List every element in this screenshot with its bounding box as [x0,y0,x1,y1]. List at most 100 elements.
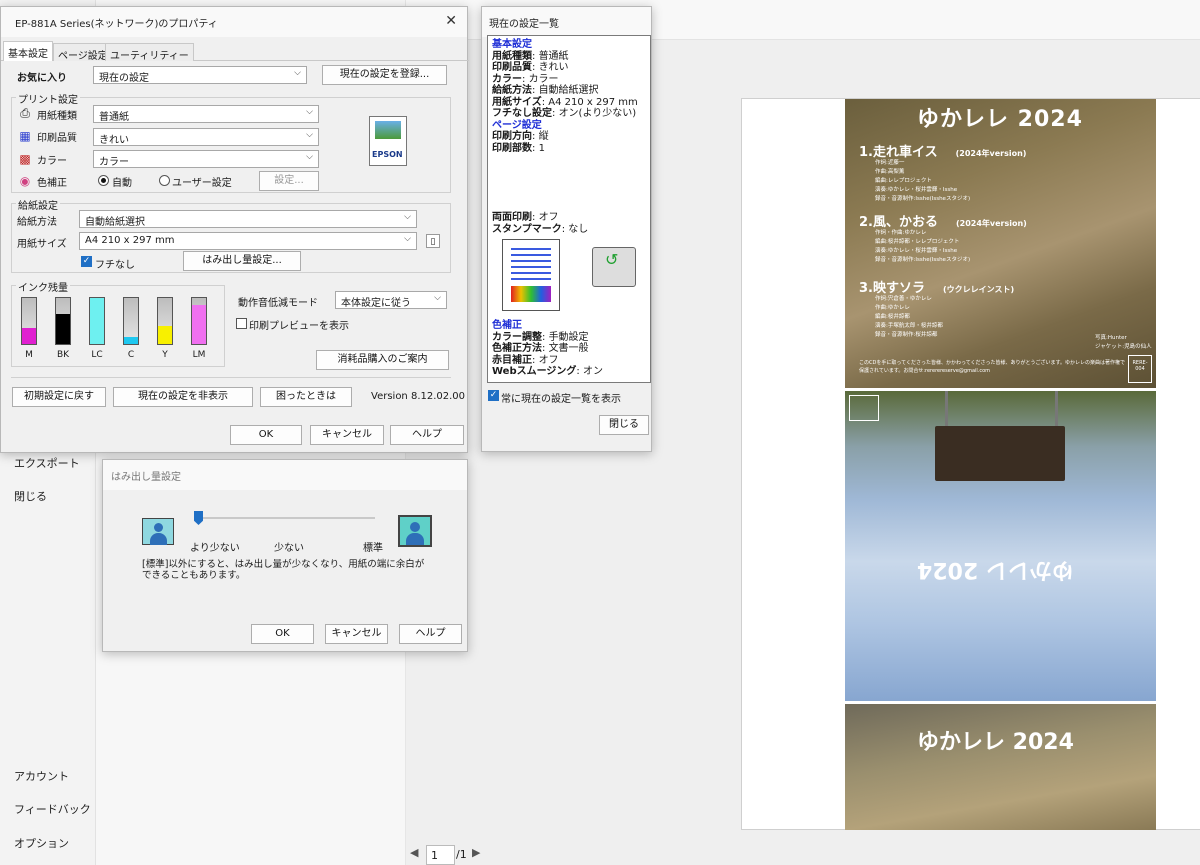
ink-gauge-m [21,297,37,345]
tab-utility[interactable]: ユーティリティー [105,43,194,62]
borderless-checkbox[interactable]: ✓ [81,256,92,267]
ok-button[interactable]: OK [230,425,302,445]
print-preview-checkbox[interactable]: ✓ [236,318,247,329]
paper-size-select[interactable]: A4 210 x 297 mm ⌵ [79,232,417,250]
cd-track-1: 1.走れ車イス (2024年version) [859,145,1027,160]
dialog-title: EP-881A Series(ネットワーク)のプロパティ [15,19,218,30]
person-large-icon [398,515,432,547]
ink-label: C [127,350,135,360]
settings-summary-list: 基本設定 用紙種類: 普通紙 印刷品質: きれい カラー: カラー 給紙方法: 自動給… [487,35,651,383]
tab-page[interactable]: ページ設定 [53,43,113,62]
section-page: ページ設定 [492,119,542,131]
cd-track-3: 3.映すソラ (ウクレレインスト) [859,281,1015,296]
print-preview-label: 印刷プレビューを表示 [249,321,349,332]
overflow-help-button[interactable]: ヘルプ [399,624,462,644]
cd-label-logo: RERE-004 [1128,355,1152,383]
color-select[interactable]: カラー ⌵ [93,150,319,168]
swing-photo [915,391,1085,486]
troubleshoot-button[interactable]: 困ったときは [260,387,352,407]
epson-printer-icon: EPSON [369,116,407,166]
section-color: 色補正 [492,320,522,331]
nav-close[interactable]: 閉じる [14,488,47,504]
cd-track-2-credits: 作詞・作曲:ゆかレレ 編曲:桜井諒都・レレプロジェクト 演奏:ゆかレレ・桜井雲輝・I… [875,230,971,263]
chevron-down-icon: ⌵ [306,107,313,117]
ink-gauge-lm [191,297,207,345]
correction-auto-radio[interactable] [98,175,109,186]
printer-icon: ↺ [592,247,636,287]
paper-type-select[interactable]: 普通紙 ⌵ [93,105,319,123]
summary-row: フチなし設定: オン(より少ない) [492,108,637,119]
reset-defaults-button[interactable]: 初期設定に戻す [12,387,106,407]
quiet-mode-label: 動作音低減モード [238,298,318,309]
summary-row: カラー調整: 手動設定 [492,331,589,343]
ink-label: Y [162,350,168,360]
paper-source-select[interactable]: 自動給紙選択 ⌵ [79,210,417,228]
summary-row: スタンプマーク: なし [492,223,589,235]
close-icon[interactable]: ✕ [445,13,457,29]
overflow-cancel-button[interactable]: キャンセル [325,624,388,644]
page-number-input[interactable]: 1 [426,845,455,865]
ink-label: BK [56,350,70,360]
color-icon: ▩ [19,152,31,166]
color-label: カラー [37,156,67,167]
nav-feedback[interactable]: フィードバック [14,801,91,817]
summary-row: 印刷方向: 縦 [492,131,549,142]
driver-version: Version 8.12.02.00 [371,391,466,402]
nav-export[interactable]: エクスポート [14,455,80,471]
hide-settings-button[interactable]: 現在の設定を非表示 [113,387,253,407]
cd-front-cover: ゆかレレ 2024 [845,704,1156,830]
cd-mirrored-title: ゆかレレ 2024 [917,557,1074,582]
always-show-checkbox[interactable]: ✓ [488,390,499,401]
supplies-button[interactable]: 消耗品購入のご案内 [316,350,449,370]
cd-logo-small [849,395,879,421]
orientation-icon[interactable]: ▯ [426,234,440,248]
overflow-settings-button[interactable]: はみ出し量設定... [183,251,301,271]
cd-note: このCDを手に取ってくださった皆様、かかわってくださった皆様、ありがとうございま… [859,360,1126,374]
summary-close-button[interactable]: 閉じる [599,415,649,435]
nav-account[interactable]: アカウント [14,768,69,784]
chevron-down-icon: ⌵ [434,293,441,303]
summary-illustration: ↺ [492,235,646,320]
prev-page-button[interactable]: ◀ [410,846,418,859]
cancel-button[interactable]: キャンセル [310,425,384,445]
level-few-label: 少ない [274,543,304,554]
borderless-label: フチなし [95,260,135,271]
cd-track-2: 2.風、かおる (2024年version) [859,215,1027,230]
summary-row: 印刷部数: 1 [492,142,545,154]
title-bar: EP-881A Series(ネットワーク)のプロパティ ✕ [1,7,467,37]
paper-type-icon: ⎙ [20,106,30,120]
title-bar: 現在の設定一覧 [482,7,651,37]
quiet-mode-select[interactable]: 本体設定に従う ⌵ [335,291,447,309]
overflow-note: [標準]以外にすると、はみ出し量が少なくなり、用紙の端に余白ができることもありま… [142,559,425,581]
correction-user-radio[interactable] [159,175,170,186]
cd-title: ゆかレレ 2024 [917,107,1083,132]
color-settings-button[interactable]: 設定... [259,171,319,191]
print-quality-select[interactable]: きれい ⌵ [93,128,319,146]
ink-label: LC [91,350,103,360]
summary-row: 両面印刷: オフ [492,212,559,223]
ink-gauge-bk [55,297,71,345]
cd-track-3-credits: 作詞:宍倉善・ゆかレレ 作曲:ゆかレレ 編曲:桜井諒都 演奏:手塚航太郎・桜井諒都 録音… [875,296,943,338]
divider [11,377,451,378]
page-navigator: ◀ 1 /1 ▶ [406,842,1200,865]
favorites-select[interactable]: 現在の設定 ⌵ [93,66,307,84]
summary-row: 用紙サイズ: A4 210 x 297 mm [492,96,638,108]
register-settings-button[interactable]: 現在の設定を登録... [322,65,447,85]
tab-strip: 基本設定 ページ設定 ユーティリティー [1,41,469,62]
correction-user-label: ユーザー設定 [172,178,232,189]
favorites-label: お気に入り [17,73,67,84]
cd-inner-panel: ゆかレレ 2024 [845,391,1156,701]
tab-basic[interactable]: 基本設定 [3,41,53,61]
overflow-slider-track[interactable] [197,517,375,519]
summary-row: Webスムージング: オン [492,366,603,377]
next-page-button[interactable]: ▶ [472,846,480,859]
help-button[interactable]: ヘルプ [390,425,464,445]
cd-track-1-credits: 作詞:近藤一 作曲:高梨薫 編曲:レレプロジェクト 演奏:ゆかレレ・桜井雲輝・Issh… [875,160,971,202]
section-basic: 基本設定 [492,39,532,50]
color-wheel-icon: ◉ [19,174,31,188]
overflow-ok-button[interactable]: OK [251,624,314,644]
print-quality-label: 印刷品質 [37,133,77,144]
chevron-down-icon: ⌵ [404,212,411,222]
nav-options[interactable]: オプション [14,835,69,851]
chevron-down-icon: ⌵ [306,152,313,162]
